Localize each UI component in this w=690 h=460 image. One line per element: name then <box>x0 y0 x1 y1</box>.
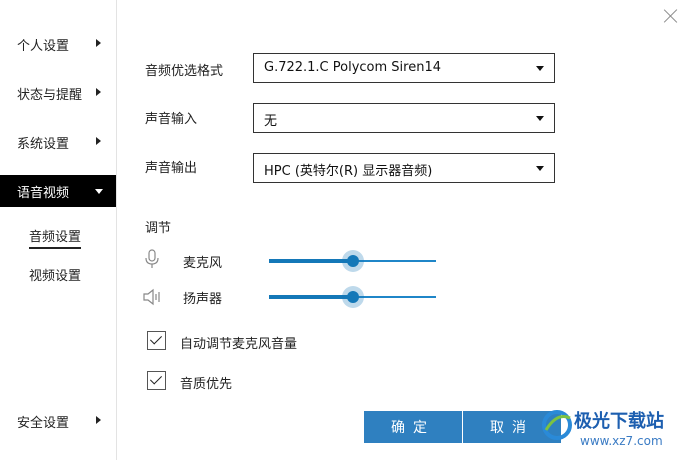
sidebar-item-label: 系统设置 <box>17 136 70 152</box>
codec-label: 音频优选格式 <box>145 64 224 79</box>
watermark-title: 极光下载站 <box>574 411 664 432</box>
microphone-icon <box>145 249 159 268</box>
sidebar-item-label: 安全设置 <box>17 415 70 431</box>
speaker-volume-slider[interactable] <box>269 286 436 308</box>
adjust-section-title: 调节 <box>145 221 172 236</box>
settings-sidebar: 个人设置 状态与提醒 系统设置 语音视频 音频设置 视频设置 安全设置 <box>0 0 117 460</box>
slider-thumb[interactable] <box>341 286 364 308</box>
dropdown-caret-icon <box>536 66 544 71</box>
sidebar-item-security[interactable]: 安全设置 <box>0 405 116 437</box>
ok-button[interactable]: 确定 <box>364 411 462 443</box>
mic-volume-slider[interactable] <box>269 250 436 272</box>
codec-value: G.722.1.C Polycom Siren14 <box>264 60 441 75</box>
chevron-right-icon <box>96 39 101 47</box>
input-device-value: 无 <box>264 114 278 129</box>
sidebar-item-label: 个人设置 <box>17 38 70 54</box>
watermark-url: www.xz7.com <box>580 434 663 448</box>
chevron-right-icon <box>96 88 101 96</box>
output-device-select[interactable]: HPC (英特尔(R) 显示器音频) <box>253 153 555 183</box>
sidebar-subitem-video[interactable]: 视频设置 <box>29 265 81 284</box>
input-label: 声音输入 <box>145 112 198 127</box>
sidebar-subitem-audio[interactable]: 音频设置 <box>29 226 82 249</box>
output-device-value: HPC (英特尔(R) 显示器音频) <box>264 164 433 179</box>
input-device-select[interactable]: 无 <box>253 103 555 133</box>
speaker-label: 扬声器 <box>183 292 223 307</box>
chevron-right-icon <box>96 416 101 424</box>
sidebar-item-label: 语音视频 <box>17 185 70 201</box>
speaker-icon <box>143 288 160 306</box>
dropdown-caret-icon <box>536 116 544 121</box>
sidebar-item-system[interactable]: 系统设置 <box>0 126 116 158</box>
sidebar-item-voice-video[interactable]: 语音视频 <box>0 175 116 207</box>
watermark: 极光下载站 www.xz7.com <box>540 402 688 458</box>
chevron-down-icon <box>95 189 103 194</box>
output-label: 声音输出 <box>145 161 198 176</box>
slider-thumb[interactable] <box>341 250 364 272</box>
mic-label: 麦克风 <box>183 256 223 271</box>
chevron-right-icon <box>96 137 101 145</box>
quality-priority-label: 音质优先 <box>180 377 233 392</box>
auto-mic-checkbox[interactable] <box>147 331 166 350</box>
sidebar-item-personal[interactable]: 个人设置 <box>0 28 116 60</box>
sidebar-item-label: 状态与提醒 <box>17 87 83 103</box>
close-icon[interactable] <box>662 7 680 25</box>
sidebar-item-status[interactable]: 状态与提醒 <box>0 77 116 109</box>
codec-select[interactable]: G.722.1.C Polycom Siren14 <box>253 53 555 83</box>
dropdown-caret-icon <box>536 166 544 171</box>
quality-priority-checkbox[interactable] <box>147 371 166 390</box>
site-logo-icon <box>542 410 572 440</box>
auto-mic-label: 自动调节麦克风音量 <box>180 337 298 352</box>
